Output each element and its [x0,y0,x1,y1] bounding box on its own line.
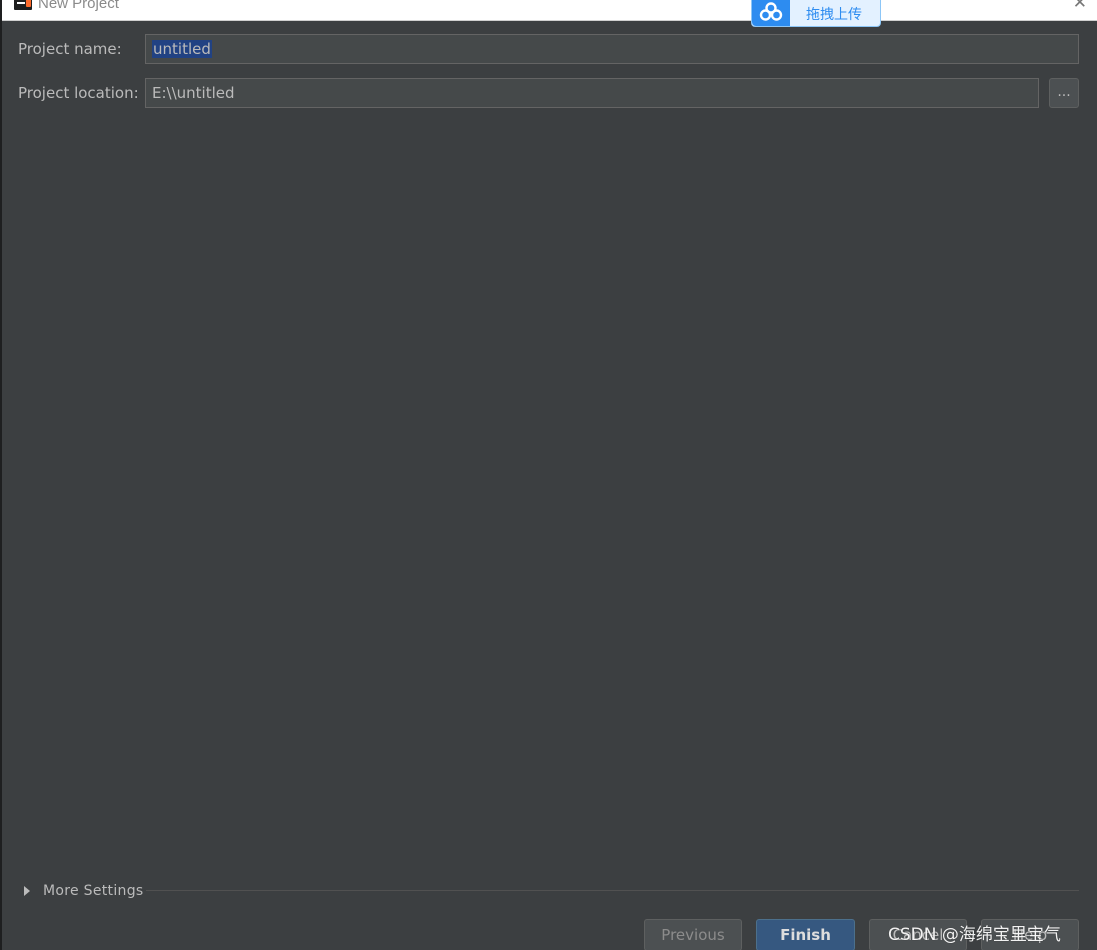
expand-triangle-icon [24,886,30,896]
project-location-value: E:\\untitled [152,84,235,102]
intellij-app-icon [14,0,32,10]
previous-button[interactable]: Previous [644,919,742,950]
close-icon[interactable]: ✕ [1073,0,1087,12]
project-name-value: untitled [152,40,212,58]
more-settings-divider [146,890,1079,891]
cloud-upload-icon [752,0,790,26]
upload-label: 拖拽上传 [806,7,862,23]
more-settings-label: More Settings [43,883,144,899]
browse-location-button[interactable]: ... [1049,78,1079,108]
csdn-watermark: CSDN @海绵宝里宝气 [888,925,1061,945]
project-location-input[interactable]: E:\\untitled [145,78,1039,108]
window-left-edge [0,0,2,950]
title-bar: New Project ✕ [2,0,1097,21]
window-title: New Project [38,0,119,12]
drag-upload-widget[interactable]: 拖拽上传 [751,0,881,27]
project-name-label: Project name: [18,40,122,58]
project-location-label: Project location: [18,84,139,102]
finish-button[interactable]: Finish [756,919,855,950]
more-settings-toggle[interactable]: More Settings [24,882,143,900]
project-name-input[interactable]: untitled [145,34,1079,64]
